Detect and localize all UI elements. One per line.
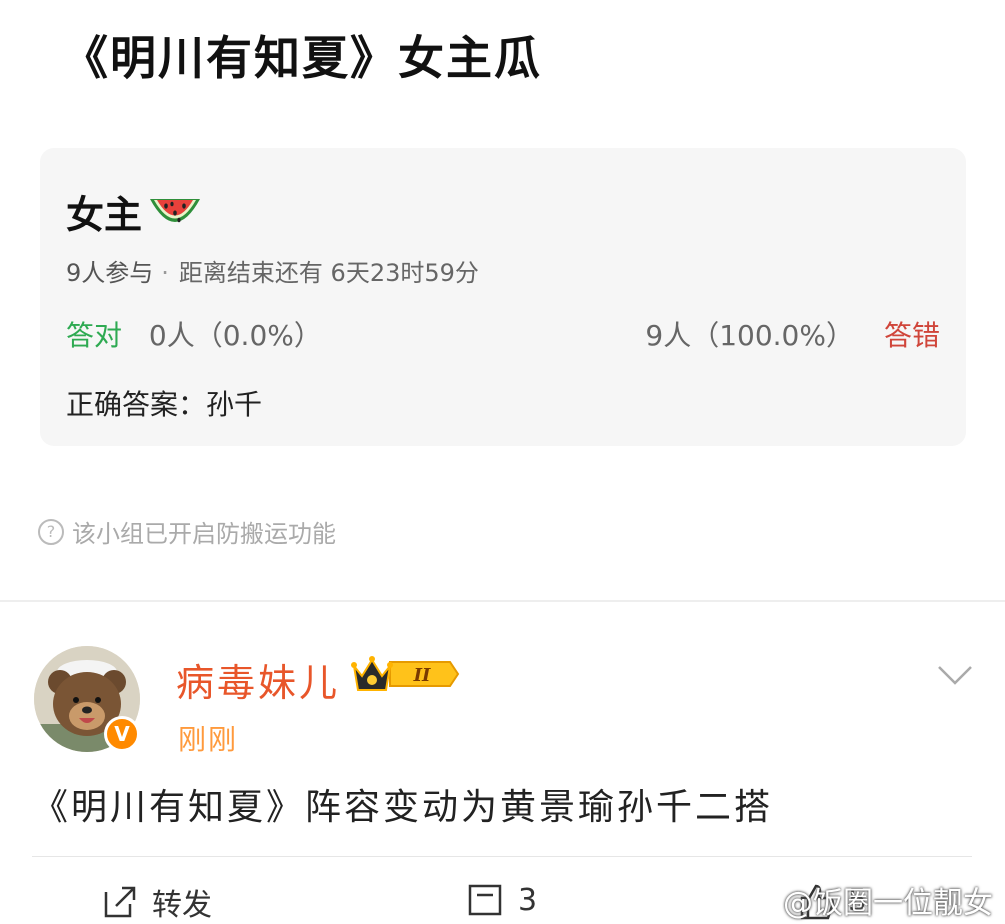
verified-badge: V (104, 716, 140, 752)
page-title: 《明川有知夏》女主瓜 (62, 31, 542, 85)
comment-count: 3 (518, 882, 538, 918)
watermelon-icon (150, 198, 201, 222)
question-circle-icon: ? (38, 518, 64, 545)
repost-label: 转发 (152, 888, 212, 923)
quiz-header: 女主 (66, 184, 204, 239)
notice-text: 该小组已开启防搬运功能 (72, 520, 336, 548)
anti-repost-notice: ? 该小组已开启防搬运功能 (38, 514, 336, 549)
repost-button[interactable]: 转发 (100, 880, 212, 924)
comment-icon (468, 884, 502, 916)
post-timestamp: 刚刚 (178, 723, 239, 756)
correct-count: 0人（0.0%） (148, 319, 322, 352)
watermark: @饭圈一位靓女 (783, 886, 993, 921)
wrong-count: 9人（100.0%） (645, 319, 854, 352)
crown-badge-icon[interactable]: II (350, 652, 462, 696)
quiz-card[interactable]: 女主 9人参与 · 距离结束还有 6天23时59分 答对 0人（0.0%） 9人（1… (40, 148, 966, 446)
wrong-label: 答错 (883, 319, 940, 352)
participants-count: 9人参与 (66, 259, 154, 287)
quiz-question: 女主 (66, 193, 143, 237)
chevron-down-icon[interactable] (936, 662, 974, 688)
wrong-result: 9人（100.0%） 答错 (645, 314, 940, 354)
post-content: 《明川有知夏》阵容变动为黄景瑜孙千二搭 (32, 787, 774, 828)
member-level: II (413, 665, 431, 686)
deadline-text: 距离结束还有 6天23时59分 (178, 259, 479, 287)
quiz-results: 答对 0人（0.0%） 9人（100.0%） 答错 (66, 314, 940, 354)
repost-icon (104, 886, 136, 918)
action-divider (32, 856, 972, 857)
correct-answer: 正确答案：孙千 (66, 388, 263, 421)
username[interactable]: 病毒妹儿 (176, 652, 340, 707)
quiz-meta: 9人参与 · 距离结束还有 6天23时59分 (66, 253, 479, 288)
section-divider (0, 600, 1005, 602)
meta-separator: · (161, 259, 169, 287)
correct-label: 答对 (66, 319, 123, 352)
comment-button[interactable]: 3 (466, 880, 537, 920)
